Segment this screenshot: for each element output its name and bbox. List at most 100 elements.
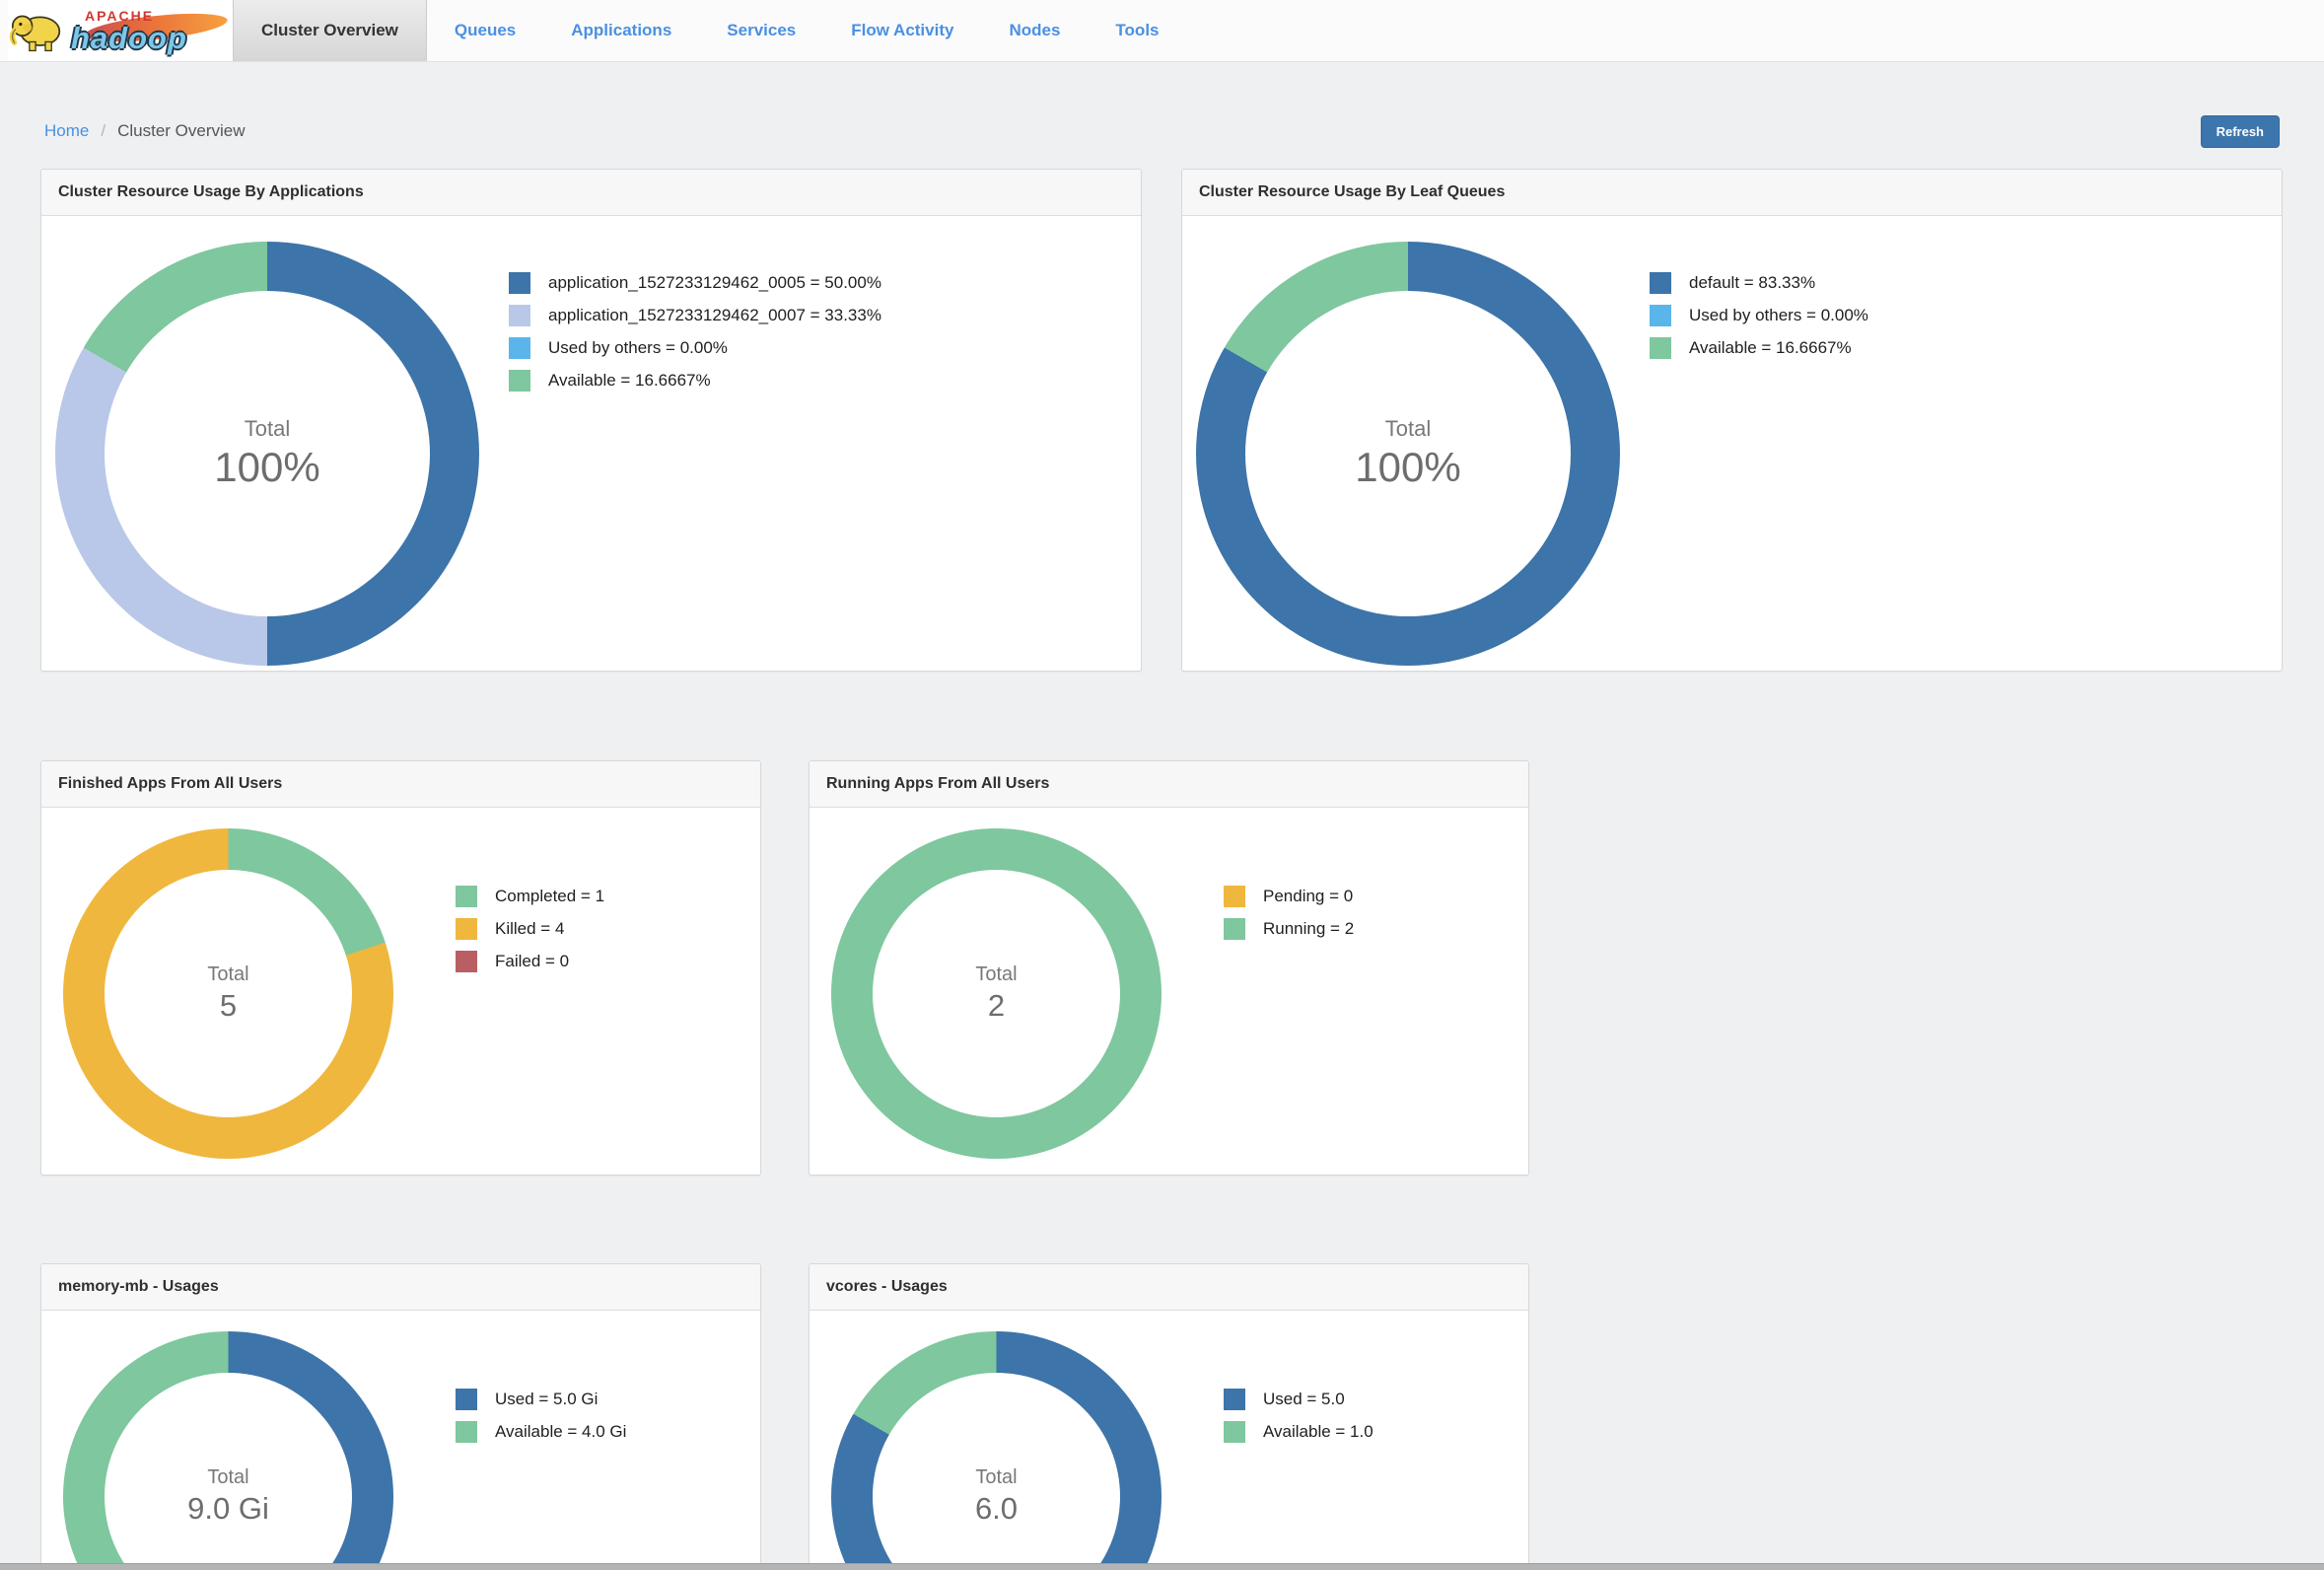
donut-chart: Total 9.0 Gi [63,1331,393,1570]
panel-heading: Finished Apps From All Users [41,761,760,808]
hadoop-elephant-icon [8,3,65,59]
legend-swatch [509,337,530,359]
horizontal-scrollbar[interactable] [0,1563,2324,1570]
panel-body: Total 100% default = 83.33% Used by other… [1182,216,2282,671]
legend-swatch [1224,918,1245,940]
legend-item-running: Running = 2 [1224,918,1354,940]
legend-swatch [1650,305,1671,326]
legend-label: application_1527233129462_0007 = 33.33% [548,306,881,325]
legend-swatch [1224,1389,1245,1410]
chart-legend: Completed = 1 Killed = 4 Failed = 0 [456,886,604,1175]
panel-heading: Cluster Resource Usage By Applications [41,170,1141,216]
legend-swatch [456,886,477,907]
legend-item-available: Available = 16.6667% [509,370,881,392]
breadcrumb-home-link[interactable]: Home [44,121,89,141]
legend-swatch [509,272,530,294]
panel-body: Total 100% application_1527233129462_000… [41,216,1141,671]
legend-label: Failed = 0 [495,952,569,971]
donut-total-label: Total [975,1466,1017,1489]
legend-swatch [1650,337,1671,359]
donut-total-value: 6.0 [975,1491,1018,1527]
legend-label: Used by others = 0.00% [548,338,728,358]
refresh-button[interactable]: Refresh [2201,115,2280,148]
legend-item-completed: Completed = 1 [456,886,604,907]
panel-running-apps: Running Apps From All Users Total 2 Pend… [809,760,1529,1176]
legend-swatch [1650,272,1671,294]
legend-label: Pending = 0 [1263,887,1353,906]
legend-swatch [456,1421,477,1443]
tab-cluster-overview[interactable]: Cluster Overview [233,0,427,61]
legend-item-used-by-others: Used by others = 0.00% [509,337,881,359]
panel-heading: memory-mb - Usages [41,1264,760,1311]
legend-item-pending: Pending = 0 [1224,886,1354,907]
legend-swatch [509,370,530,392]
panel-title: Running Apps From All Users [826,775,1049,793]
donut-center: Total 100% [1245,291,1571,616]
donut-total-value: 100% [1355,444,1460,491]
donut-total-label: Total [1385,416,1431,442]
legend-item-killed: Killed = 4 [456,918,604,940]
legend-swatch [1224,886,1245,907]
panel-vcores-usages: vcores - Usages Total 6.0 Used = 5.0 Avai… [809,1263,1529,1570]
donut-total-label: Total [207,1466,248,1489]
donut-total-label: Total [245,416,290,442]
donut-center: Total 5 [105,870,352,1117]
legend-label: Available = 16.6667% [1689,338,1852,358]
panel-heading: Cluster Resource Usage By Leaf Queues [1182,170,2282,216]
donut-total-value: 5 [220,988,237,1024]
panel-body: Total 6.0 Used = 5.0 Available = 1.0 [810,1311,1528,1570]
donut-chart: Total 100% [1196,242,1620,666]
chart-legend: Used = 5.0 Available = 1.0 [1224,1389,1373,1570]
legend-item-default: default = 83.33% [1650,272,1868,294]
logo-text: APACHE hadoop [71,9,187,53]
tab-tools[interactable]: Tools [1088,0,1186,61]
legend-swatch [456,1389,477,1410]
panel-cluster-resource-usage-by-applications: Cluster Resource Usage By Applications T… [40,169,1142,672]
legend-item-application-1527233129462-0007: application_1527233129462_0007 = 33.33% [509,305,881,326]
panel-row-2: Finished Apps From All Users Total 5 Com… [40,760,2284,1176]
donut-chart: Total 2 [831,828,1162,1159]
legend-label: Available = 1.0 [1263,1422,1373,1442]
donut-chart: Total 6.0 [831,1331,1162,1570]
donut-center: Total 100% [105,291,430,616]
panel-body: Total 9.0 Gi Used = 5.0 Gi Available = 4.… [41,1311,760,1570]
chart-legend: default = 83.33% Used by others = 0.00% Av… [1650,272,1868,671]
legend-item-used: Used = 5.0 [1224,1389,1373,1410]
donut-total-value: 2 [988,988,1005,1024]
tab-services[interactable]: Services [699,0,823,61]
tab-nodes[interactable]: Nodes [981,0,1088,61]
top-navbar: APACHE hadoop Cluster OverviewQueuesAppl… [0,0,2324,62]
panel-heading: Running Apps From All Users [810,761,1528,808]
panel-cluster-resource-usage-by-leaf-queues: Cluster Resource Usage By Leaf Queues To… [1181,169,2283,672]
legend-swatch [456,918,477,940]
legend-label: application_1527233129462_0005 = 50.00% [548,273,881,293]
chart-legend: Pending = 0 Running = 2 [1224,886,1354,1175]
tab-queues[interactable]: Queues [427,0,543,61]
tab-applications[interactable]: Applications [543,0,699,61]
breadcrumb-separator: / [101,121,106,141]
panel-memory-mb-usages: memory-mb - Usages Total 9.0 Gi Used = 5… [40,1263,761,1570]
legend-label: Available = 16.6667% [548,371,711,391]
legend-label: Available = 4.0 Gi [495,1422,626,1442]
legend-swatch [509,305,530,326]
legend-item-available: Available = 1.0 [1224,1421,1373,1443]
legend-swatch [456,951,477,972]
legend-label: Used = 5.0 [1263,1390,1345,1409]
legend-label: Completed = 1 [495,887,604,906]
donut-chart: Total 100% [55,242,479,666]
legend-item-used: Used = 5.0 Gi [456,1389,626,1410]
tab-flow-activity[interactable]: Flow Activity [823,0,981,61]
panel-row-3: memory-mb - Usages Total 9.0 Gi Used = 5… [40,1263,2284,1570]
chart-legend: Used = 5.0 Gi Available = 4.0 Gi [456,1389,626,1570]
legend-item-used-by-others: Used by others = 0.00% [1650,305,1868,326]
legend-label: Used by others = 0.00% [1689,306,1868,325]
donut-total-label: Total [975,963,1017,986]
donut-total-value: 9.0 Gi [187,1491,269,1527]
apache-hadoop-logo[interactable]: APACHE hadoop [8,0,233,61]
panel-body: Total 2 Pending = 0 Running = 2 [810,808,1528,1175]
legend-label: default = 83.33% [1689,273,1815,293]
panel-heading: vcores - Usages [810,1264,1528,1311]
donut-chart: Total 5 [63,828,393,1159]
donut-total-label: Total [207,963,248,986]
legend-label: Killed = 4 [495,919,564,939]
